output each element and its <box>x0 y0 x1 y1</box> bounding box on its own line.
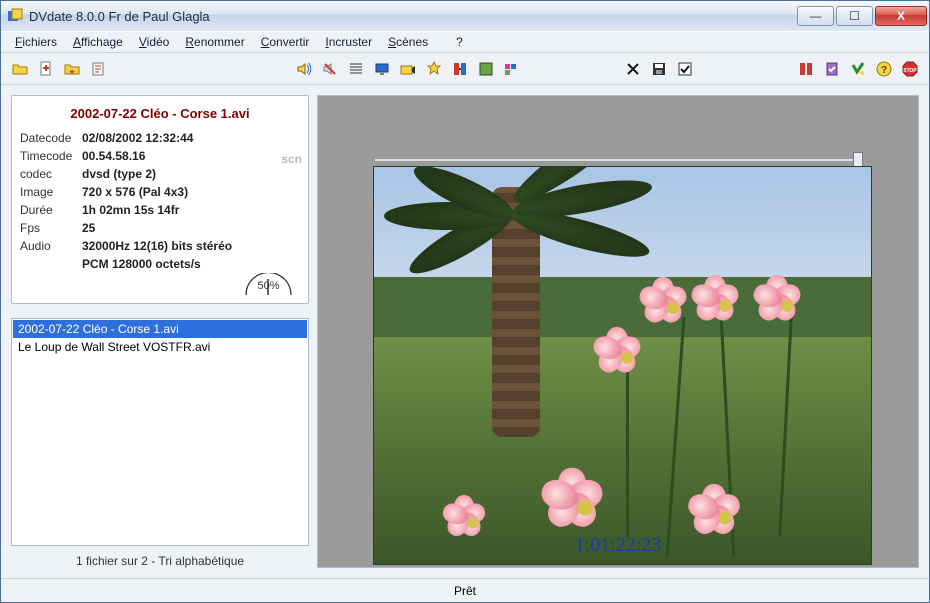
delete-button[interactable] <box>622 58 644 80</box>
content-area: 2002-07-22 Cléo - Corse 1.avi scn Dateco… <box>1 85 929 578</box>
film-button[interactable] <box>475 58 497 80</box>
menu-bar: Fichiers Affichage Vidéo Renommer Conver… <box>1 31 929 53</box>
menu-scenes[interactable]: Scènes <box>380 33 436 51</box>
value-duree: 1h 02mn 15s 14fr <box>82 203 300 217</box>
menu-help[interactable]: ? <box>448 33 471 51</box>
monitor-button[interactable] <box>371 58 393 80</box>
label-image: Image <box>20 185 82 199</box>
window-title: DVdate 8.0.0 Fr de Paul Glagla <box>29 9 791 24</box>
file-title: 2002-07-22 Cléo - Corse 1.avi <box>20 102 300 131</box>
report-button[interactable] <box>87 58 109 80</box>
scenes-button[interactable] <box>501 58 523 80</box>
value-datecode: 02/08/2002 12:32:44 <box>82 131 300 145</box>
save-button[interactable] <box>648 58 670 80</box>
label-datecode: Datecode <box>20 131 82 145</box>
menu-renommer[interactable]: Renommer <box>177 33 252 51</box>
menu-convertir[interactable]: Convertir <box>253 33 318 51</box>
update-check-button[interactable] <box>847 58 869 80</box>
stop-button[interactable]: STOP <box>899 58 921 80</box>
file-info-card: 2002-07-22 Cléo - Corse 1.avi scn Dateco… <box>11 95 309 304</box>
list-item[interactable]: 2002-07-22 Cléo - Corse 1.avi <box>13 320 307 338</box>
sound-off-button[interactable] <box>319 58 341 80</box>
file-list-footer: 1 fichier sur 2 - Tri alphabétique <box>11 546 309 568</box>
value-audio1: 32000Hz 12(16) bits stéréo <box>82 239 300 253</box>
open-folder-button[interactable] <box>9 58 31 80</box>
sound-on-button[interactable] <box>293 58 315 80</box>
menu-video[interactable]: Vidéo <box>131 33 177 51</box>
status-text: Prêt <box>454 584 476 598</box>
svg-text:STOP: STOP <box>903 68 917 74</box>
label-duree: Durée <box>20 203 82 217</box>
label-fps: Fps <box>20 221 82 235</box>
close-button[interactable]: X <box>875 6 927 26</box>
clipboard-check-button[interactable] <box>821 58 843 80</box>
svg-text:?: ? <box>881 65 887 76</box>
label-audio: Audio <box>20 239 82 253</box>
add-file-button[interactable] <box>35 58 57 80</box>
timestamp-display: 1:01:22:23 <box>318 534 918 557</box>
convert-button[interactable] <box>449 58 471 80</box>
value-audio2: PCM 128000 octets/s <box>82 257 300 271</box>
menu-incruster[interactable]: Incruster <box>317 33 380 51</box>
list-item[interactable]: Le Loup de Wall Street VOSTFR.avi <box>13 338 307 356</box>
app-window: DVdate 8.0.0 Fr de Paul Glagla — ☐ X Fic… <box>0 0 930 603</box>
status-bar: Prêt <box>1 578 929 602</box>
maximize-button[interactable]: ☐ <box>836 6 873 26</box>
app-icon <box>7 8 23 24</box>
scn-badge: scn <box>281 152 302 166</box>
help-button[interactable]: ? <box>873 58 895 80</box>
value-image: 720 x 576 (Pal 4x3) <box>82 185 300 199</box>
preview-panel: 1:01:22:23 <box>317 95 919 568</box>
value-codec: dvsd (type 2) <box>82 167 300 181</box>
label-timecode: Timecode <box>20 149 82 163</box>
value-timecode: 00.54.58.16 <box>82 149 300 163</box>
toolbar: ? STOP <box>1 53 929 85</box>
menu-affichage[interactable]: Affichage <box>65 33 131 51</box>
file-list[interactable]: 2002-07-22 Cléo - Corse 1.avi Le Loup de… <box>11 318 309 546</box>
rate-meter: 50% <box>241 273 296 295</box>
video-preview[interactable] <box>373 166 872 565</box>
list-button[interactable] <box>345 58 367 80</box>
menu-fichiers[interactable]: Fichiers <box>7 33 65 51</box>
label-codec: codec <box>20 167 82 181</box>
apply-check-button[interactable] <box>674 58 696 80</box>
capture-button[interactable] <box>397 58 419 80</box>
star-action-button[interactable] <box>423 58 445 80</box>
settings-button[interactable] <box>795 58 817 80</box>
title-bar[interactable]: DVdate 8.0.0 Fr de Paul Glagla — ☐ X <box>1 1 929 31</box>
favorite-folder-button[interactable] <box>61 58 83 80</box>
value-fps: 25 <box>82 221 300 235</box>
minimize-button[interactable]: — <box>797 6 834 26</box>
left-panel: 2002-07-22 Cléo - Corse 1.avi scn Dateco… <box>11 95 309 568</box>
timeline-slider[interactable] <box>375 156 858 164</box>
